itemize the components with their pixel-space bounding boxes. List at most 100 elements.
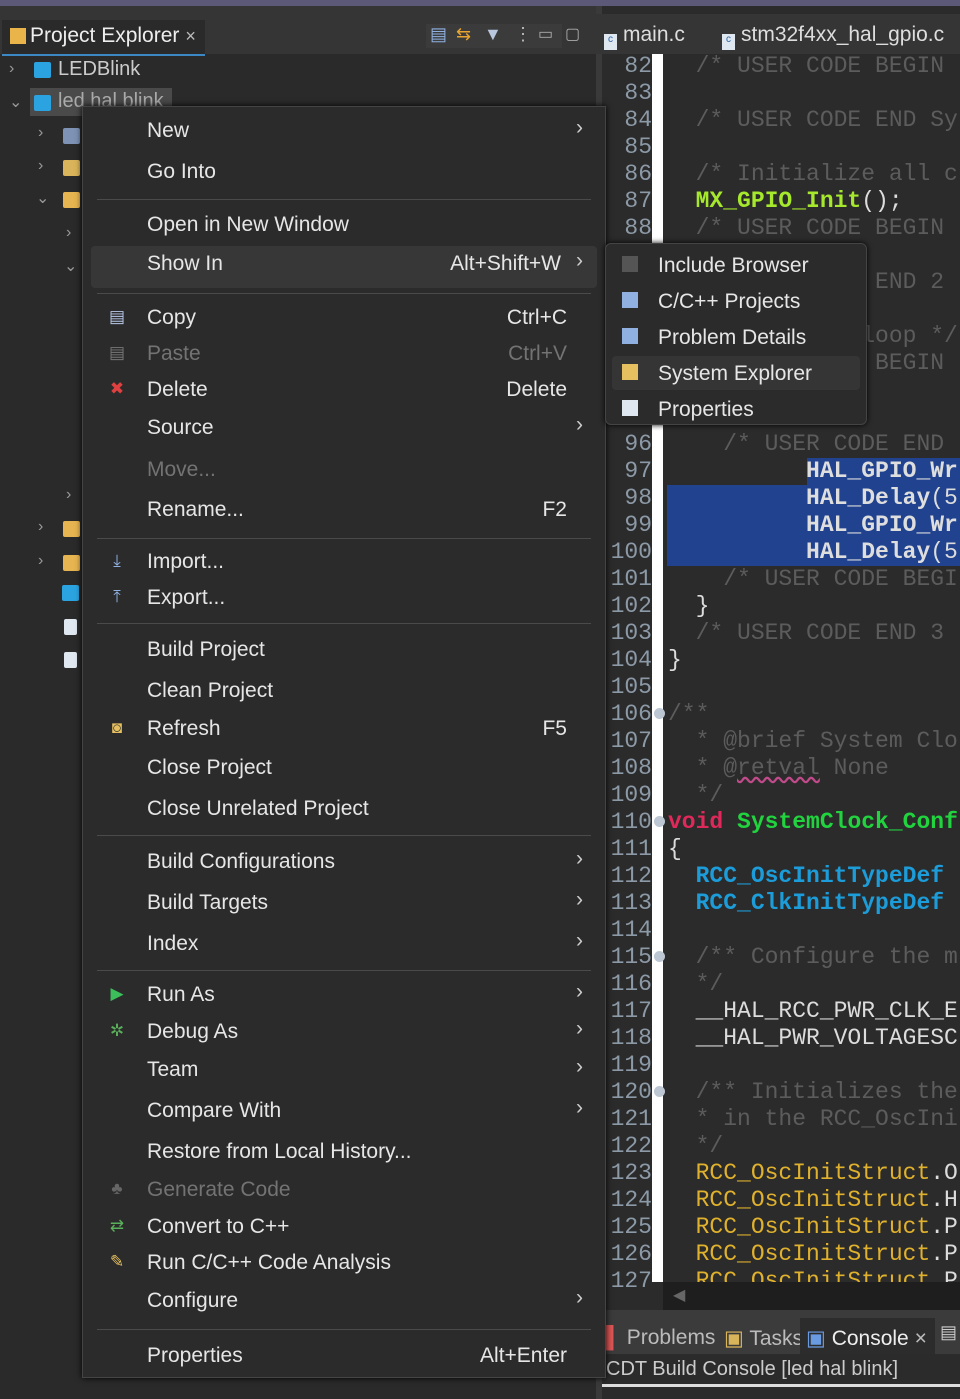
tab-stm32f4xx-hal-gpio-c[interactable]: c stm32f4xx_hal_gpio.c [722, 23, 944, 50]
fold-toggle-icon[interactable] [654, 708, 665, 719]
submenu-item-problem-details[interactable]: Problem Details [612, 320, 860, 354]
line-number: 88 [624, 215, 652, 241]
minimize-icon[interactable]: ▭ [538, 24, 553, 44]
submenu-item-system-explorer[interactable]: System Explorer [612, 356, 860, 390]
menu-item-source[interactable]: Source › [91, 410, 597, 448]
line-number: 121 [610, 1106, 652, 1132]
code-text: void SystemClock_Conf [668, 809, 958, 836]
submenu-item-c-c-projects[interactable]: C/C++ Projects [612, 284, 860, 318]
code-text: HAL_Delay(5 [668, 539, 958, 566]
menu-item-close-unrelated-project[interactable]: Close Unrelated Project [91, 791, 597, 829]
line-number: 125 [610, 1214, 652, 1240]
menu-item-build-project[interactable]: Build Project [91, 632, 597, 670]
code-text: /* USER CODE END Sy [668, 107, 958, 134]
line-number: 122 [610, 1133, 652, 1159]
close-icon[interactable]: × [915, 1327, 927, 1350]
tree-item-ledblink[interactable]: LEDBlink [58, 58, 140, 81]
menu-item-team[interactable]: Team › [91, 1052, 597, 1090]
menu-item-label: Configure [147, 1289, 239, 1312]
menu-item-index[interactable]: Index › [91, 926, 597, 964]
menu-item-label: Move... [147, 458, 216, 481]
chevron-right-icon[interactable]: › [38, 518, 43, 536]
chevron-down-icon[interactable]: ⌄ [36, 188, 49, 208]
problem-details-icon [622, 328, 638, 344]
menu-item-clean-project[interactable]: Clean Project [91, 673, 597, 711]
line-number: 106 [610, 701, 652, 727]
code-text: RCC_OscInitStruct.P [668, 1214, 958, 1241]
menu-item-refresh[interactable]: ◙ Refresh F5 [91, 711, 597, 749]
fold-toggle-icon[interactable] [654, 1086, 665, 1097]
tab-project-explorer[interactable]: Project Explorer × [2, 20, 205, 56]
menu-item-shortcut: F2 [542, 498, 567, 521]
menu-item-copy[interactable]: ▤ Copy Ctrl+C [91, 300, 597, 338]
tasks-icon: ▣ [724, 1327, 744, 1350]
line-number: 115 [610, 944, 652, 970]
menu-item-convert-to-c[interactable]: ⇄ Convert to C++ [91, 1209, 597, 1247]
chevron-down-icon[interactable]: ⌄ [64, 256, 77, 276]
menu-item-delete[interactable]: ✖ Delete Delete [91, 372, 597, 410]
chevron-right-icon[interactable]: › [38, 552, 43, 570]
menu-item-compare-with[interactable]: Compare With › [91, 1093, 597, 1131]
menu-item-go-into[interactable]: Go Into [91, 154, 597, 192]
menu-separator [97, 623, 591, 624]
menu-item-configure[interactable]: Configure › [91, 1283, 597, 1321]
filter-icon[interactable]: ▼ [484, 24, 502, 45]
chevron-right-icon[interactable]: › [38, 124, 43, 142]
chevron-right-icon[interactable]: › [66, 486, 71, 504]
menu-item-label: Properties [147, 1344, 243, 1367]
chevron-right-icon[interactable]: › [38, 157, 43, 175]
submenu-item-properties[interactable]: Properties [612, 392, 860, 426]
horizontal-scrollbar[interactable]: ◀ [663, 1282, 960, 1310]
submenu-item-include-browser[interactable]: Include Browser [612, 248, 860, 282]
code-token: } [668, 593, 710, 619]
submenu-item-label: Properties [658, 398, 754, 421]
menu-item-label: Source [147, 416, 214, 439]
menu-item-open-in-new-window[interactable]: Open in New Window [91, 207, 597, 245]
menu-item-restore-from-local-history[interactable]: Restore from Local History... [91, 1134, 597, 1172]
tab-tasks[interactable]: ▣ Tasks [724, 1326, 803, 1351]
menu-item-shortcut: Alt+Shift+W [450, 252, 561, 275]
menu-item-run-c-c-code-analysis[interactable]: ✎ Run C/C++ Code Analysis [91, 1245, 597, 1283]
tab-problems[interactable]: ▌ Problems [606, 1326, 715, 1350]
tab-main-c[interactable]: c main.c [604, 23, 685, 50]
menu-item-label: Rename... [147, 498, 244, 521]
menu-item-close-project[interactable]: Close Project [91, 750, 597, 788]
menu-item-build-configurations[interactable]: Build Configurations › [91, 844, 597, 882]
menu-item-import[interactable]: ⤓ Import... [91, 544, 597, 582]
tab-console[interactable]: ▣ Console × [800, 1318, 935, 1354]
console-icon: ▣ [806, 1327, 826, 1350]
import-icon: ⤓ [113, 551, 121, 570]
chevron-right-icon[interactable]: › [9, 60, 14, 78]
view-menu-icon[interactable]: ⋮ [514, 24, 532, 45]
link-with-editor-icon[interactable]: ⇆ [456, 24, 471, 45]
code-token: (); [861, 188, 903, 214]
line-number: 100 [610, 539, 652, 565]
collapse-all-icon[interactable]: ▤ [430, 24, 447, 45]
fold-toggle-icon[interactable] [654, 951, 665, 962]
maximize-icon[interactable]: ▢ [565, 24, 580, 44]
menu-item-properties[interactable]: Properties Alt+Enter [91, 1338, 597, 1376]
menu-item-rename[interactable]: Rename... F2 [91, 492, 597, 530]
menu-item-label: Clean Project [147, 679, 274, 702]
menu-item-build-targets[interactable]: Build Targets › [91, 885, 597, 923]
view-icon[interactable]: ▤ [940, 1322, 957, 1343]
menu-item-debug-as[interactable]: ✲ Debug As › [91, 1014, 597, 1052]
scroll-left-icon[interactable]: ◀ [673, 1285, 685, 1305]
folder-icon [63, 555, 80, 571]
menu-item-run-as[interactable]: ▶ Run As › [91, 977, 597, 1015]
fold-toggle-icon[interactable] [654, 816, 665, 827]
menu-item-show-in[interactable]: Show In Alt+Shift+W › [91, 246, 597, 288]
code-token: /* USER CODE END 3 [668, 620, 945, 646]
menu-item-new[interactable]: New › [91, 113, 597, 151]
menu-item-shortcut: F5 [542, 717, 567, 740]
chevron-right-icon[interactable]: › [66, 224, 71, 242]
menu-item-export[interactable]: ⤒ Export... [91, 580, 597, 618]
line-number: 116 [610, 971, 652, 997]
line-number: 105 [610, 674, 652, 700]
code-text: RCC_ClkInitTypeDef [668, 890, 944, 917]
close-icon[interactable]: × [185, 26, 196, 46]
line-number: 97 [624, 458, 652, 484]
line-number: 84 [624, 107, 652, 133]
chevron-down-icon[interactable]: ⌄ [9, 92, 22, 112]
